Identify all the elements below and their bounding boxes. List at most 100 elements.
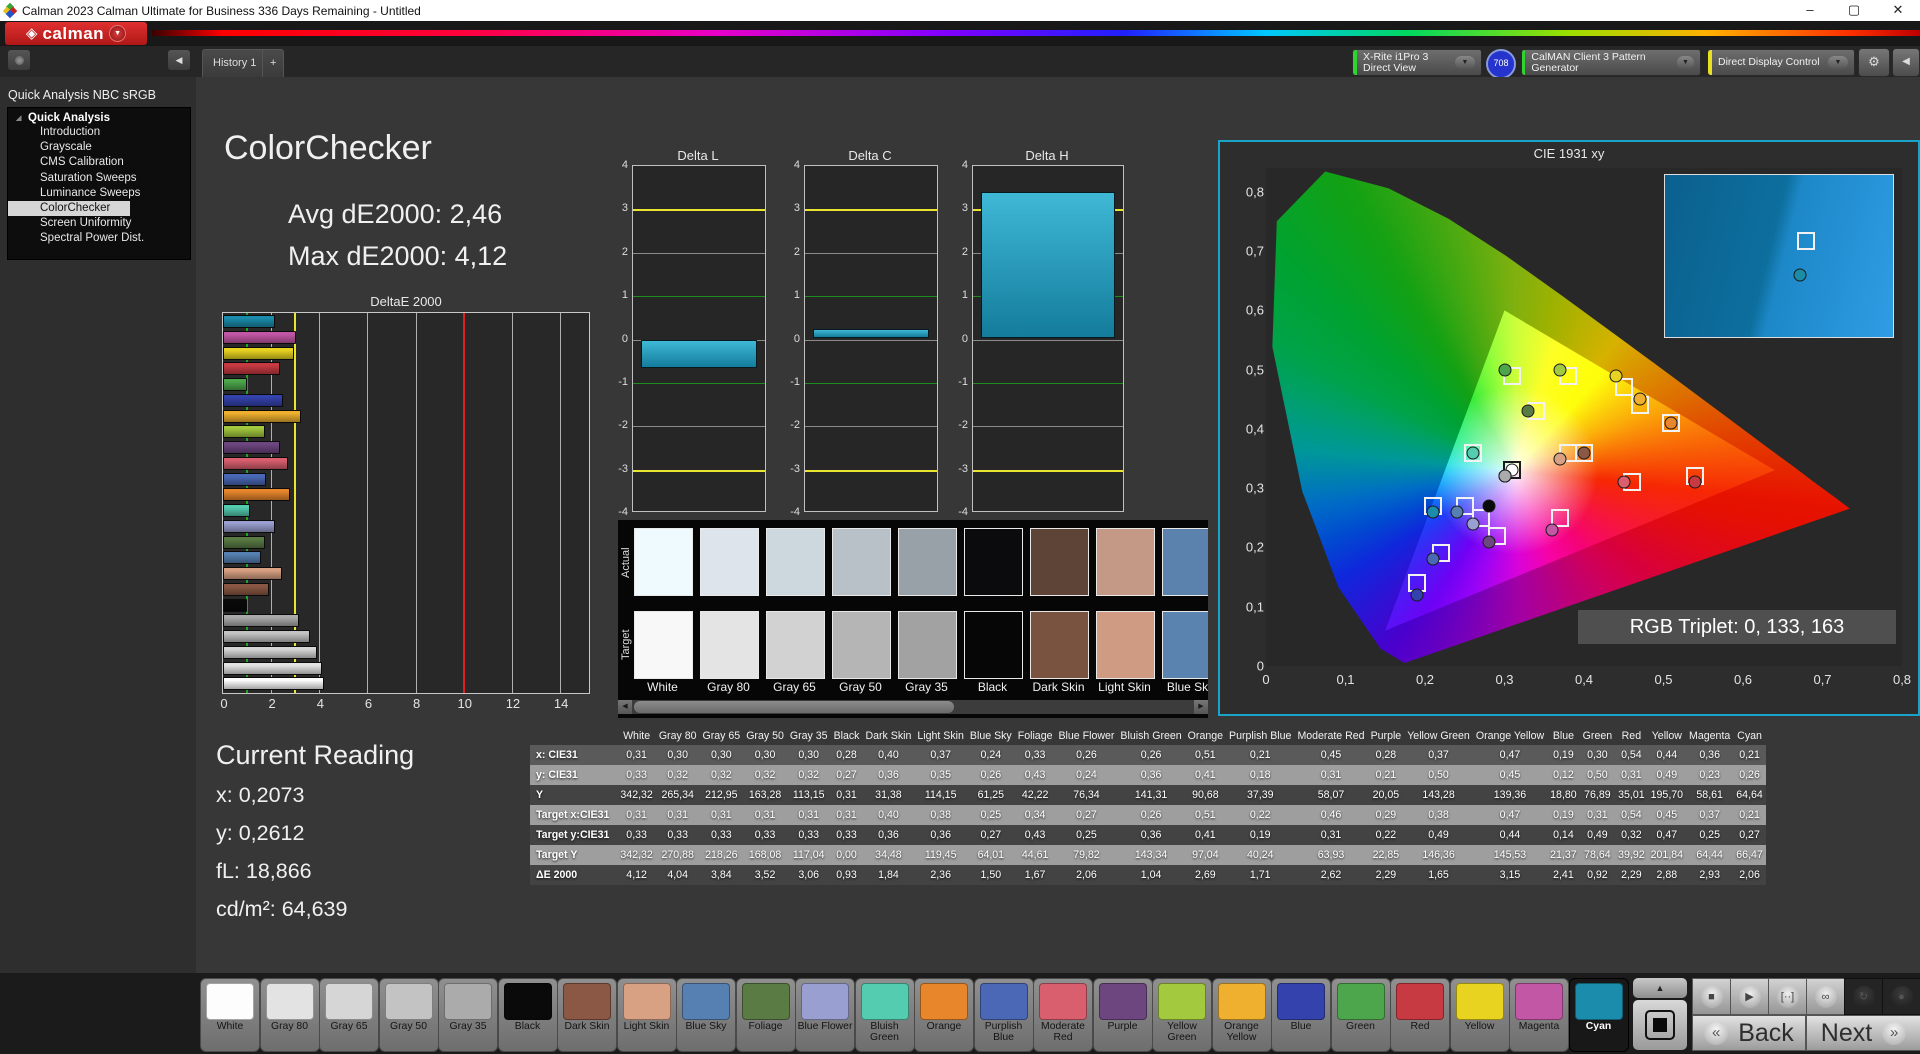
sidebar-item-cms-calibration[interactable]: CMS Calibration [8, 155, 190, 170]
col-header: Yellow Green [1404, 727, 1473, 745]
de-bar-dark-skin [223, 583, 269, 596]
sidebar-collapse-button[interactable]: ◀ [168, 50, 190, 70]
sidebar-item-screen-uniformity[interactable]: Screen Uniformity [8, 216, 190, 231]
patch-button-green[interactable]: Green [1331, 978, 1391, 1052]
measured-point-red [1689, 476, 1702, 489]
cie-xtick: 0,1 [1336, 672, 1354, 687]
patch-button-white[interactable]: White [200, 978, 260, 1052]
extra-button[interactable]: ● [1882, 978, 1920, 1015]
window-titlebar: Calman 2023 Calman Ultimate for Business… [0, 0, 1920, 21]
close-button[interactable]: ✕ [1876, 0, 1920, 21]
patch-button-yellow[interactable]: Yellow [1450, 978, 1510, 1052]
patch-button-cyan[interactable]: Cyan [1569, 978, 1629, 1052]
calman-logo[interactable]: ◈ calman ▼ [5, 22, 147, 45]
patch-button-bluish-green[interactable]: Bluish Green [855, 978, 915, 1052]
de-bar-yellow [223, 347, 294, 360]
meter-dropdown[interactable]: X-Rite i1Pro 3Direct View ▼ [1352, 49, 1482, 76]
sync-button[interactable]: ↻ [1844, 978, 1883, 1015]
tree-expand-icon[interactable]: ◢ [16, 114, 21, 122]
patch-button-gray-80[interactable]: Gray 80 [260, 978, 320, 1052]
measured-point-green [1498, 363, 1511, 376]
stop-icon: ■ [1701, 986, 1723, 1008]
maximize-button[interactable]: ▢ [1832, 0, 1876, 21]
sidebar-item-spectral-power-dist-[interactable]: Spectral Power Dist. [8, 231, 190, 246]
pattern-generator-dropdown[interactable]: CalMAN Client 3 Pattern Generator ▼ [1521, 49, 1701, 76]
pattern-window-button[interactable]: [··] [1768, 978, 1807, 1015]
continuous-button[interactable]: ∞ [1806, 978, 1845, 1015]
patch-button-gray-50[interactable]: Gray 50 [379, 978, 439, 1052]
de-bar-white [223, 677, 324, 690]
patch-button-blue[interactable]: Blue [1271, 978, 1331, 1052]
sidebar-item-saturation-sweeps[interactable]: Saturation Sweeps [8, 171, 190, 186]
ref-line-red [463, 313, 465, 693]
back-button[interactable]: «Back [1692, 1015, 1806, 1051]
swatch-label: Gray 65 [765, 680, 824, 694]
patch-button-moderate-red[interactable]: Moderate Red [1033, 978, 1093, 1052]
cie-xtick: 0,5 [1654, 672, 1672, 687]
patch-button-foliage[interactable]: Foliage [736, 978, 796, 1052]
de-bar-purple [223, 441, 280, 454]
panel-collapse-icon[interactable]: ◀ [1892, 48, 1920, 77]
col-header: Dark Skin [862, 727, 914, 745]
app-icon [4, 4, 17, 17]
patch-button-gray-65[interactable]: Gray 65 [319, 978, 379, 1052]
measured-point-blue-sky [1450, 505, 1463, 518]
avg-de2000: Avg dE2000: 2,46 [288, 199, 502, 230]
de-bar-gray-50 [223, 630, 310, 643]
patch-button-purplish-blue[interactable]: Purplish Blue [974, 978, 1034, 1052]
swatch-scrollbar[interactable]: ◀▶ [618, 700, 1208, 714]
tab-history1[interactable]: History 1 [202, 49, 267, 78]
measured-point-orange-yellow [1633, 393, 1646, 406]
target-swatch-blue-sky [1162, 611, 1208, 679]
patch-button-black[interactable]: Black [498, 978, 558, 1052]
play-button[interactable]: ▶ [1730, 978, 1769, 1015]
patch-button-orange[interactable]: Orange [914, 978, 974, 1052]
display-control-dropdown[interactable]: Direct Display Control ▼ [1707, 49, 1855, 76]
col-header: Red [1615, 727, 1648, 745]
sidebar-item-grayscale[interactable]: Grayscale [8, 140, 190, 155]
scroll-right-icon[interactable]: ▶ [1194, 700, 1208, 714]
workflow-radio-button[interactable] [8, 50, 30, 70]
col-header: Gray 50 [743, 727, 787, 745]
target-swatch-gray-50 [832, 611, 891, 679]
patch-button-red[interactable]: Red [1390, 978, 1450, 1052]
row-label-actual: Actual [620, 530, 634, 596]
patch-button-yellow-green[interactable]: Yellow Green [1152, 978, 1212, 1052]
patch-button-magenta[interactable]: Magenta [1509, 978, 1569, 1052]
cie-ytick: 0,3 [1246, 481, 1264, 496]
minimize-button[interactable]: – [1788, 0, 1832, 21]
de-bar-magenta [223, 331, 296, 344]
pattern-window-icon: [··] [1777, 986, 1799, 1008]
cie-zoom-inset [1664, 174, 1894, 338]
patch-button-orange-yellow[interactable]: Orange Yellow [1212, 978, 1272, 1052]
sidebar-item-colorchecker[interactable]: ColorChecker [8, 201, 130, 216]
scrollbar-thumb[interactable] [634, 701, 954, 713]
play-icon: ▶ [1739, 986, 1761, 1008]
expand-up-icon[interactable]: ▲ [1633, 978, 1687, 998]
tree-root-quick-analysis[interactable]: ◢Quick Analysis [8, 111, 190, 125]
de-bar-purplish-blue [223, 473, 266, 486]
de-xtick: 2 [269, 696, 276, 711]
patch-button-blue-sky[interactable]: Blue Sky [676, 978, 736, 1052]
tab-add-button[interactable]: + [262, 49, 284, 78]
logo-menu-chevron-icon[interactable]: ▼ [109, 25, 126, 42]
swatch-label: Blue Sky [1161, 680, 1208, 694]
patch-button-blue-flower[interactable]: Blue Flower [795, 978, 855, 1052]
de-xtick: 12 [506, 696, 520, 711]
patch-button-gray-35[interactable]: Gray 35 [438, 978, 498, 1052]
col-header: Gray 80 [656, 727, 700, 745]
patch-button-light-skin[interactable]: Light Skin [617, 978, 677, 1052]
patch-button-purple[interactable]: Purple [1093, 978, 1153, 1052]
col-header: White [617, 727, 655, 745]
stop-button[interactable]: ■ [1692, 978, 1731, 1015]
sidebar-item-introduction[interactable]: Introduction [8, 125, 190, 140]
pattern-window-button[interactable] [1633, 1000, 1687, 1050]
patch-button-dark-skin[interactable]: Dark Skin [557, 978, 617, 1052]
meter-mode-badge[interactable]: 708 [1486, 49, 1516, 79]
delta-bar [813, 329, 929, 338]
next-button[interactable]: Next» [1806, 1015, 1920, 1051]
scroll-left-icon[interactable]: ◀ [618, 700, 632, 714]
settings-gear-icon[interactable]: ⚙ [1858, 48, 1890, 77]
sidebar-item-luminance-sweeps[interactable]: Luminance Sweeps [8, 186, 190, 201]
measured-point-black [1482, 499, 1495, 512]
